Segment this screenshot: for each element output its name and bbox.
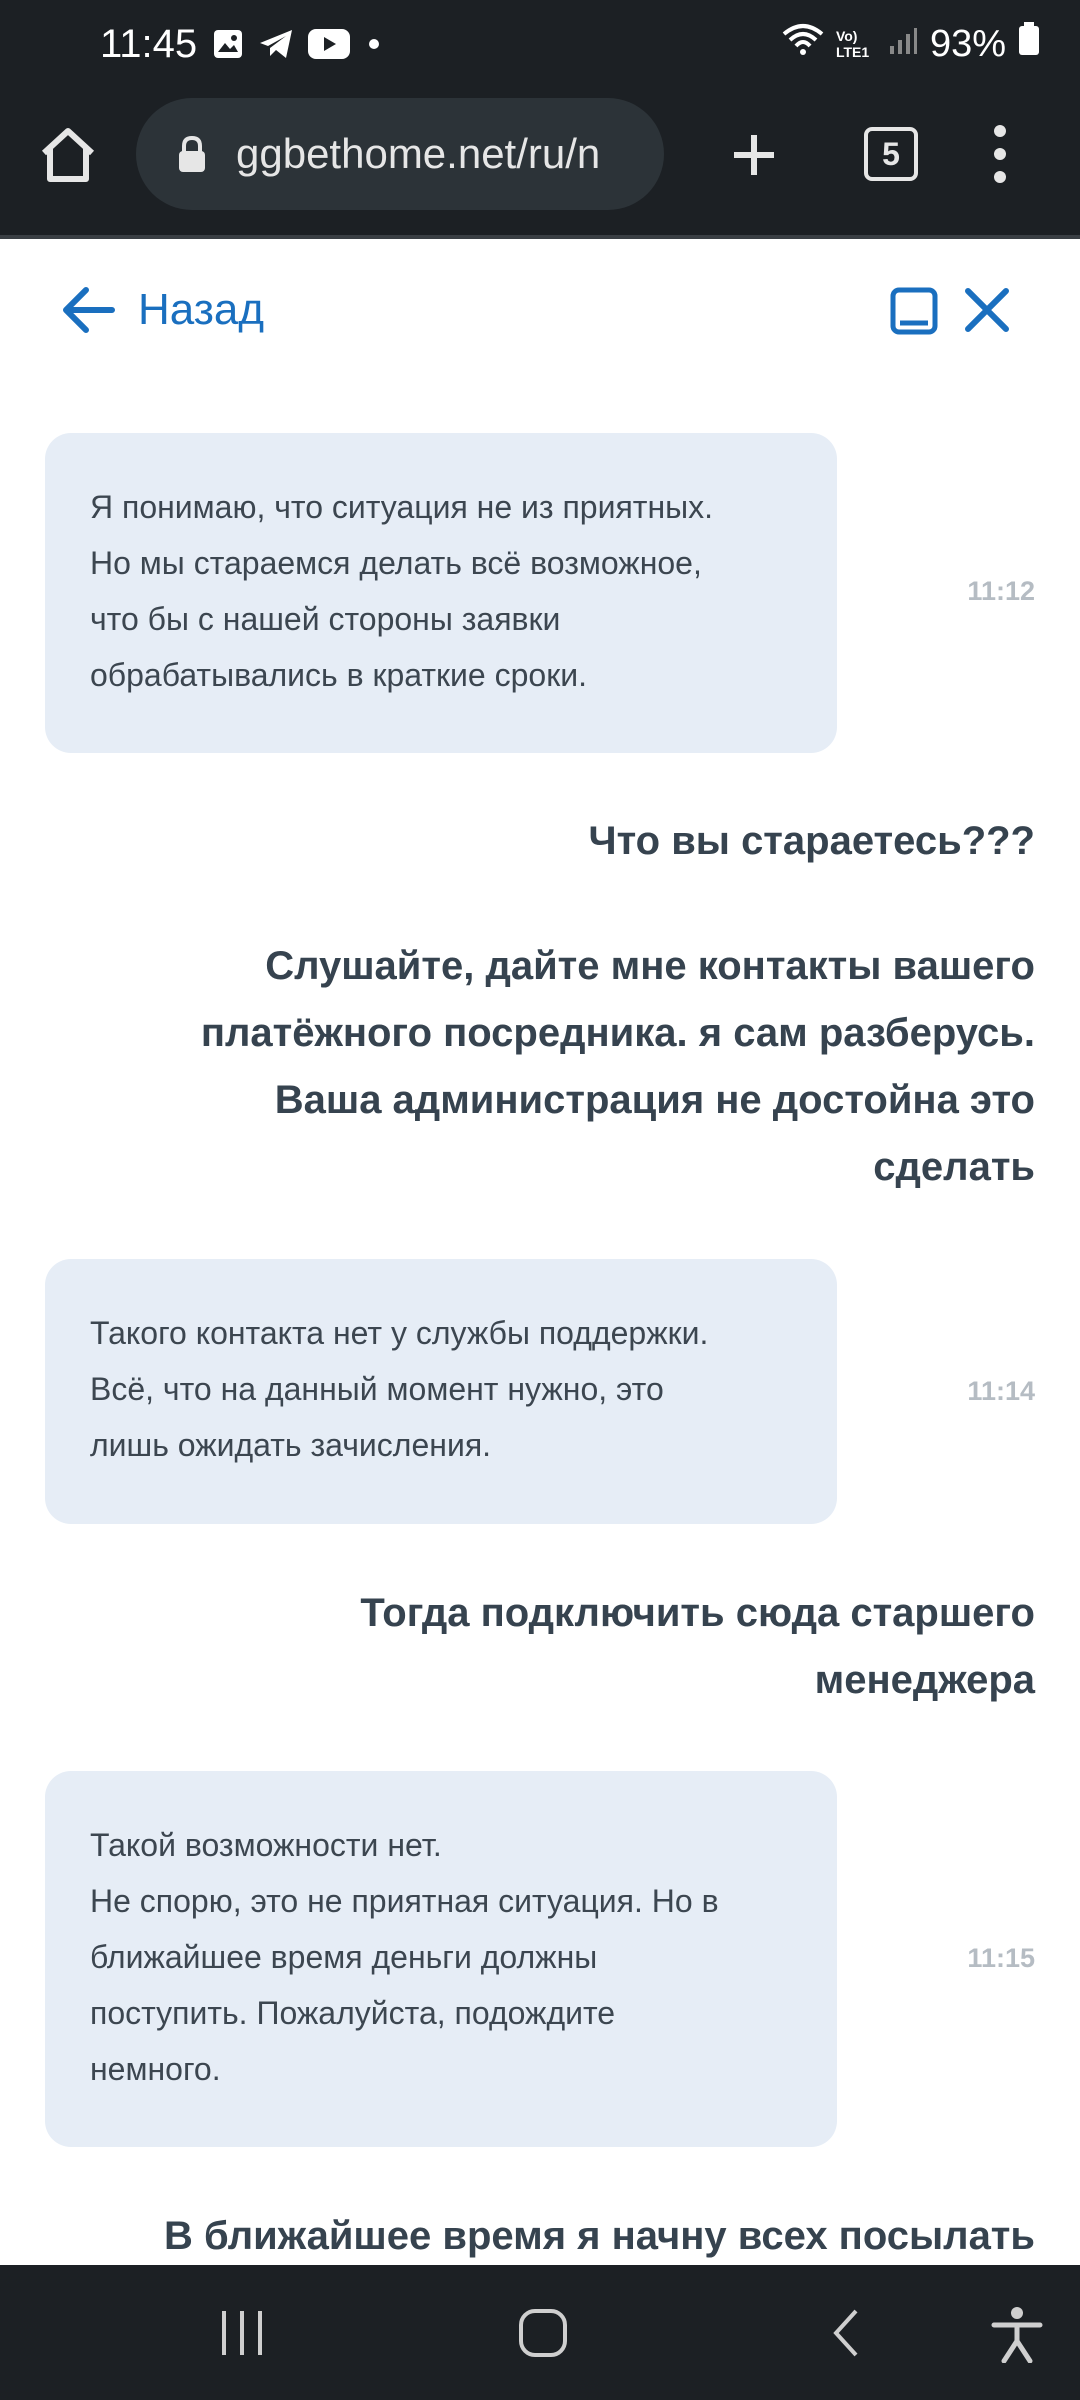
- back-label: Назад: [138, 285, 265, 334]
- home-button[interactable]: [36, 123, 100, 187]
- arrow-left-icon: [63, 287, 115, 333]
- browser-menu-button[interactable]: [980, 119, 1020, 189]
- user-message: Что вы стараетесь???: [588, 819, 1035, 863]
- telegram-icon: [258, 28, 294, 65]
- close-button[interactable]: [962, 285, 1012, 335]
- system-nav-bar: [0, 2265, 1080, 2400]
- message-line: ближайшее время деньги должны: [90, 1939, 598, 1975]
- plus-icon: [734, 135, 774, 175]
- message-time: 11:12: [967, 576, 1035, 606]
- message-line: Я понимаю, что ситуация не из приятных.: [90, 489, 713, 525]
- minimize-button[interactable]: [890, 287, 938, 335]
- chevron-left-icon: [833, 2309, 858, 2357]
- home-nav-button[interactable]: [515, 2305, 571, 2366]
- more-vert-icon: [994, 125, 1006, 183]
- browser-toolbar: ggbethome.net/ru/n 5: [0, 95, 1080, 239]
- message-time: 11:15: [967, 1943, 1035, 1973]
- message-line: лишь ожидать зачисления.: [90, 1427, 492, 1463]
- support-message: Я понимаю, что ситуация не из приятных. …: [45, 433, 837, 753]
- lock-icon: [176, 134, 208, 179]
- user-message: Тогда подключить сюда старшего менеджера: [360, 1591, 1035, 1702]
- accessibility-button[interactable]: [990, 2305, 1044, 2368]
- dot-icon: [364, 34, 384, 59]
- back-nav-button[interactable]: [826, 2305, 866, 2366]
- address-bar[interactable]: ggbethome.net/ru/n: [136, 98, 664, 210]
- battery-percent: 93%: [929, 22, 1006, 65]
- support-message: Такого контакта нет у службы поддержки. …: [45, 1259, 837, 1524]
- url-text: ggbethome.net/ru/n: [236, 130, 601, 177]
- tab-switcher-button[interactable]: 5: [864, 127, 918, 181]
- message-line: Но мы стараемся делать всё возможное,: [90, 545, 702, 581]
- message-line: обрабатывались в краткие сроки.: [90, 657, 587, 693]
- minimize-icon: [890, 287, 938, 335]
- signal-icon: [888, 23, 918, 66]
- new-tab-button[interactable]: [720, 121, 788, 189]
- home-icon: [41, 128, 95, 182]
- user-message: В ближайшее время я начну всех посылать: [164, 2214, 1035, 2258]
- notification-icons: [212, 28, 384, 65]
- recent-apps-button[interactable]: [218, 2305, 266, 2366]
- status-time: 11:45: [100, 22, 198, 66]
- message-line: Всё, что на данный момент нужно, это: [90, 1371, 664, 1407]
- message-line: поступить. Пожалуйста, подождите: [90, 1995, 616, 2031]
- message-time: 11:14: [967, 1376, 1035, 1406]
- message-line: Не спорю, это не приятная ситуация. Но в: [90, 1883, 719, 1919]
- message-line: Такого контакта нет у службы поддержки.: [90, 1315, 709, 1351]
- lte-label: Vo) LTE1: [835, 28, 870, 60]
- message-line: что бы с нашей стороны заявки: [90, 601, 561, 637]
- gallery-icon: [212, 28, 244, 65]
- home-circle-icon: [519, 2309, 567, 2357]
- battery-icon: [1018, 22, 1040, 66]
- chat-header: Назад: [0, 239, 1080, 389]
- user-message: Слушайте, дайте мне контакты вашего плат…: [200, 944, 1035, 1189]
- close-icon: [965, 288, 1009, 332]
- recent-apps-icon: [222, 2311, 262, 2355]
- support-message: Такой возможности нет. Не спорю, это не …: [45, 1771, 837, 2147]
- youtube-icon: [308, 29, 350, 64]
- status-bar: 11:45 Vo) LTE1 93%: [0, 0, 1080, 95]
- message-line: Такой возможности нет.: [90, 1827, 442, 1863]
- message-line: немного.: [90, 2051, 221, 2087]
- system-status: Vo) LTE1 93%: [782, 22, 1040, 66]
- back-button[interactable]: Назад: [60, 284, 264, 336]
- accessibility-icon: [991, 2307, 1043, 2364]
- wifi-icon: [782, 22, 824, 66]
